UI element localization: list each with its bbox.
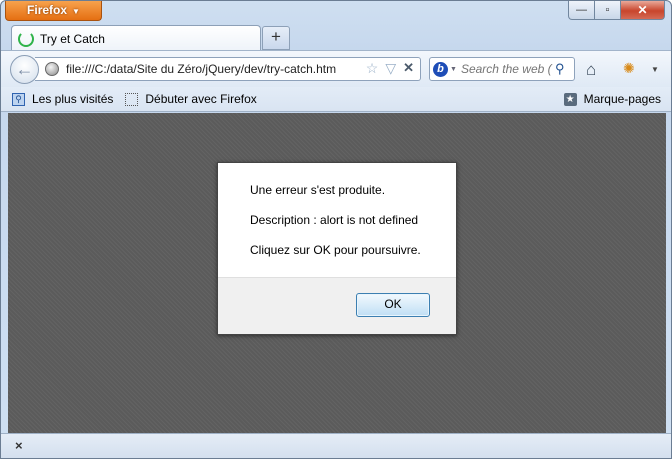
bookmark-les-plus-visites[interactable]: ⚲ Les plus visités	[1, 92, 113, 106]
addon-bug-icon[interactable]: ✺	[623, 60, 635, 77]
search-magnifier-icon[interactable]: ⚲	[555, 61, 565, 77]
close-findbar-icon[interactable]: ×	[15, 438, 23, 453]
plus-icon: +	[271, 27, 281, 46]
history-dropdown-icon[interactable]: ▽	[385, 60, 396, 76]
url-bar-icons: ☆ ▽ ✕	[366, 60, 414, 76]
url-text: file:///C:/data/Site du Zéro/jQuery/dev/…	[66, 62, 337, 76]
url-bar[interactable]: file:///C:/data/Site du Zéro/jQuery/dev/…	[35, 57, 421, 81]
close-icon: ✕	[637, 3, 648, 17]
loading-spinner-icon	[18, 30, 34, 47]
minimize-button[interactable]: —	[568, 1, 595, 20]
toolbar-overflow-chevron-icon[interactable]: ▼	[651, 65, 659, 74]
star-bookmarks-icon: ★	[563, 92, 577, 106]
back-arrow-icon: ←	[15, 59, 34, 79]
back-button[interactable]: ←	[10, 55, 39, 84]
alert-dialog: Une erreur s'est produite. Description :…	[217, 162, 457, 335]
bookmarks-toolbar: ⚲ Les plus visités Débuter avec Firefox …	[1, 87, 671, 112]
new-tab-button[interactable]: +	[262, 26, 290, 50]
chevron-down-icon: ▼	[72, 7, 80, 16]
tab-try-et-catch[interactable]: Try et Catch	[11, 25, 261, 51]
star-bookmark-icon[interactable]: ☆	[366, 60, 379, 76]
search-engine-icon[interactable]: b	[433, 61, 448, 77]
minimize-icon: —	[576, 4, 587, 16]
firefox-menu-button[interactable]: Firefox ▼	[5, 1, 102, 21]
page-content-overlay: Une erreur s'est produite. Description :…	[8, 113, 666, 433]
bookmark-label: Débuter avec Firefox	[145, 92, 257, 106]
dialog-message-line: Une erreur s'est produite.	[250, 183, 386, 197]
stop-icon[interactable]: ✕	[403, 60, 414, 76]
bookmark-debuter-avec-firefox[interactable]: Débuter avec Firefox	[125, 92, 257, 106]
window-controls: — ▫ ✕	[568, 1, 665, 20]
globe-icon	[45, 62, 59, 76]
bookmark-label: Les plus visités	[32, 92, 114, 106]
search-page-icon: ⚲	[12, 92, 25, 106]
find-bar: ×	[1, 433, 671, 458]
search-engine-dropdown-icon[interactable]: ▼	[450, 66, 457, 73]
ok-button[interactable]: OK	[356, 293, 430, 317]
close-window-button[interactable]: ✕	[621, 1, 665, 20]
search-input[interactable]	[460, 62, 553, 76]
tab-title: Try et Catch	[40, 31, 105, 46]
dialog-message-line: Cliquez sur OK pour poursuivre.	[250, 243, 421, 257]
bookmarks-menu-label: Marque-pages	[583, 92, 661, 106]
home-icon[interactable]: ⌂	[586, 60, 596, 80]
search-bar: b ▼ ⚲	[429, 57, 575, 81]
firefox-menu-label: Firefox	[27, 3, 68, 17]
dialog-footer: OK	[218, 277, 456, 334]
browser-window: Firefox ▼ — ▫ ✕ Try et Catch + file:///C:…	[0, 0, 672, 459]
bookmarks-menu-button[interactable]: ★ Marque-pages	[563, 92, 661, 106]
maximize-icon: ▫	[605, 4, 610, 16]
dialog-message-line: Description : alort is not defined	[250, 213, 419, 227]
maximize-button[interactable]: ▫	[595, 1, 621, 20]
navigation-toolbar: file:///C:/data/Site du Zéro/jQuery/dev/…	[1, 50, 671, 87]
blank-page-icon	[125, 92, 139, 106]
